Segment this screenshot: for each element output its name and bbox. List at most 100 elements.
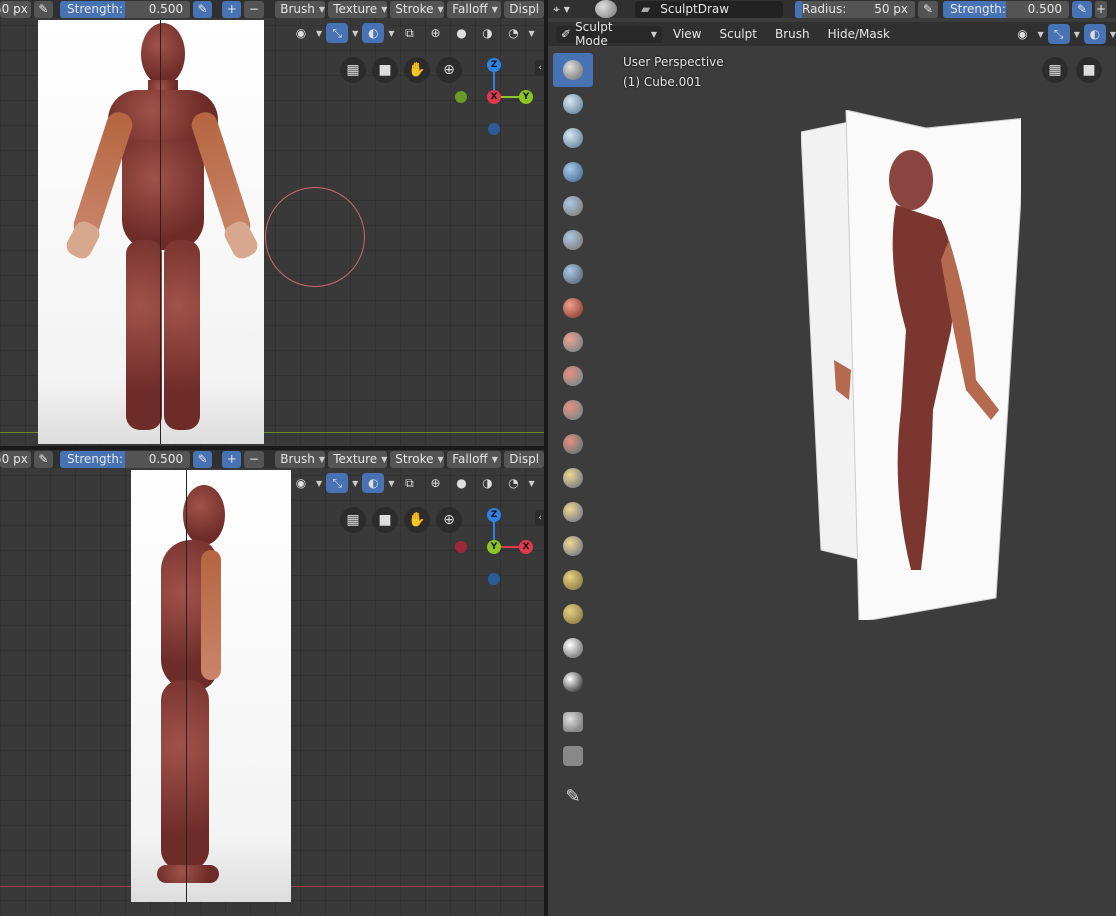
brush-menu[interactable]: Brush ▼ — [275, 450, 326, 468]
tool-box-mask[interactable] — [553, 705, 593, 739]
axis-x-ball[interactable]: X — [519, 540, 533, 554]
magnify-icon[interactable]: ⊕ — [436, 57, 462, 83]
camera-icon[interactable]: ■ — [372, 57, 398, 83]
eye-icon[interactable]: ◉ — [290, 473, 312, 493]
navigation-gizmo[interactable]: Z Y X — [450, 505, 540, 585]
grid-icon[interactable]: ▦ — [340, 507, 366, 533]
hide-mask-menu[interactable]: Hide/Mask — [821, 24, 897, 44]
stroke-menu[interactable]: Stroke ▼ — [390, 0, 445, 18]
sculpt-menu[interactable]: Sculpt — [712, 24, 763, 44]
tool-layer[interactable] — [553, 155, 593, 189]
gizmo-toggle-icon[interactable]: ⤡ — [326, 473, 349, 493]
strength-slider[interactable]: Strength: 0.500 — [943, 0, 1069, 18]
tool-scrape[interactable] — [553, 393, 593, 427]
gizmo-toggle-icon[interactable]: ⤡ — [326, 23, 349, 43]
axis-neg-z-ball[interactable] — [488, 123, 500, 135]
perspective-viewport[interactable]: ⌖ ▼ ▰ SculptDraw Radius: 50 px ✎ Strength… — [548, 0, 1116, 916]
material-shading-icon[interactable]: ◑ — [476, 473, 498, 493]
solid-shading-icon[interactable]: ● — [450, 473, 472, 493]
brush-menu[interactable]: Brush ▼ — [275, 0, 326, 18]
tool-nudge[interactable] — [553, 563, 593, 597]
xray-icon[interactable]: ⧉ — [398, 473, 420, 493]
tool-crease[interactable] — [553, 257, 593, 291]
navigation-gizmo[interactable]: Z Y X — [450, 55, 540, 135]
pressure-pen-icon[interactable]: ✎ — [918, 0, 938, 18]
tool-snake-hook[interactable] — [553, 495, 593, 529]
tool-rotate[interactable] — [553, 597, 593, 631]
brush-name-field[interactable]: ▰ SculptDraw — [635, 0, 783, 18]
falloff-menu[interactable]: Falloff ▼ — [447, 450, 502, 468]
axis-y-ball[interactable]: Y — [519, 90, 533, 104]
falloff-menu[interactable]: Falloff ▼ — [447, 0, 502, 18]
eye-icon[interactable]: ◉ — [1012, 24, 1034, 44]
axis-z-ball[interactable]: Z — [487, 58, 501, 72]
tool-grab[interactable] — [553, 461, 593, 495]
display-menu[interactable]: Displ — [504, 450, 544, 468]
axis-z-ball[interactable]: Z — [487, 508, 501, 522]
pressure-pen-icon[interactable]: ✎ — [193, 0, 213, 18]
pressure-pen-icon[interactable]: ✎ — [33, 0, 54, 18]
perspective-grid-icon[interactable]: ▦ — [1042, 57, 1068, 83]
axis-x-ball[interactable]: X — [487, 90, 501, 104]
solid-shading-icon[interactable]: ● — [450, 23, 472, 43]
rendered-shading-icon[interactable]: ◔ — [502, 23, 524, 43]
texture-menu[interactable]: Texture ▼ — [328, 0, 387, 18]
magnify-icon[interactable]: ⊕ — [436, 507, 462, 533]
hand-icon[interactable]: ✋ — [404, 507, 430, 533]
wireframe-shading-icon[interactable]: ⊕ — [424, 23, 446, 43]
subtract-direction-button[interactable]: − — [244, 0, 264, 18]
tool-draw[interactable] — [553, 53, 593, 87]
axis-neg-x-ball[interactable] — [455, 541, 467, 553]
overlays-toggle-icon[interactable]: ◐ — [1083, 24, 1106, 44]
strength-slider[interactable]: Strength: 0.500 — [60, 450, 191, 468]
axis-neg-z-ball[interactable] — [488, 573, 500, 585]
tool-simplify[interactable] — [553, 631, 593, 665]
axis-y-ball[interactable]: Y — [487, 540, 501, 554]
pressure-pen-icon[interactable]: ✎ — [193, 450, 213, 468]
radius-field[interactable]: 50 px — [0, 0, 31, 18]
grid-icon[interactable]: ▦ — [340, 57, 366, 83]
tool-pinch[interactable] — [553, 427, 593, 461]
add-direction-button[interactable]: + — [1095, 0, 1107, 18]
radius-slider[interactable]: Radius: 50 px — [795, 0, 915, 18]
camera-icon[interactable]: ■ — [1076, 57, 1102, 83]
tool-box-hide[interactable] — [553, 739, 593, 773]
add-direction-button[interactable]: + — [222, 450, 242, 468]
camera-icon[interactable]: ■ — [372, 507, 398, 533]
hand-icon[interactable]: ✋ — [404, 57, 430, 83]
overlays-toggle-icon[interactable]: ◐ — [362, 473, 385, 493]
tool-mask[interactable] — [553, 665, 593, 699]
display-menu[interactable]: Displ — [504, 0, 544, 18]
material-shading-icon[interactable]: ◑ — [476, 23, 498, 43]
tool-annotate[interactable]: ✎ — [553, 779, 593, 813]
texture-menu[interactable]: Texture ▼ — [328, 450, 387, 468]
subtract-direction-button[interactable]: − — [244, 450, 264, 468]
view-menu[interactable]: View — [666, 24, 708, 44]
tool-thumb[interactable] — [553, 529, 593, 563]
tool-clay[interactable] — [553, 87, 593, 121]
axis-neg-y-ball[interactable] — [455, 91, 467, 103]
brush-preview-icon[interactable] — [595, 0, 617, 18]
radius-field[interactable]: 50 px — [0, 450, 31, 468]
tool-inflate[interactable] — [553, 189, 593, 223]
tool-fill[interactable] — [553, 359, 593, 393]
xray-icon[interactable]: ⧉ — [398, 23, 420, 43]
overlays-toggle-icon[interactable]: ◐ — [362, 23, 385, 43]
tool-blob[interactable] — [553, 223, 593, 257]
tool-clay-strips[interactable] — [553, 121, 593, 155]
editor-type-menu[interactable]: ⌖ ▼ — [548, 1, 580, 18]
mode-selector[interactable]: ✐ Sculpt Mode ▼ — [556, 20, 662, 48]
add-direction-button[interactable]: + — [222, 0, 242, 18]
tool-flatten[interactable] — [553, 325, 593, 359]
eye-icon[interactable]: ◉ — [290, 23, 312, 43]
pressure-pen-icon[interactable]: ✎ — [1072, 0, 1092, 18]
stroke-menu[interactable]: Stroke ▼ — [390, 450, 445, 468]
brush-menu[interactable]: Brush — [768, 24, 817, 44]
tool-smooth[interactable] — [553, 291, 593, 325]
front-viewport[interactable]: 50 px ✎ Strength: 0.500 ✎ + − Brush▼ Tex… — [0, 0, 544, 446]
wireframe-shading-icon[interactable]: ⊕ — [424, 473, 446, 493]
pressure-pen-icon[interactable]: ✎ — [33, 450, 54, 468]
rendered-shading-icon[interactable]: ◔ — [502, 473, 524, 493]
gizmo-toggle-icon[interactable]: ⤡ — [1047, 24, 1070, 44]
strength-slider[interactable]: Strength: 0.500 — [60, 0, 191, 18]
